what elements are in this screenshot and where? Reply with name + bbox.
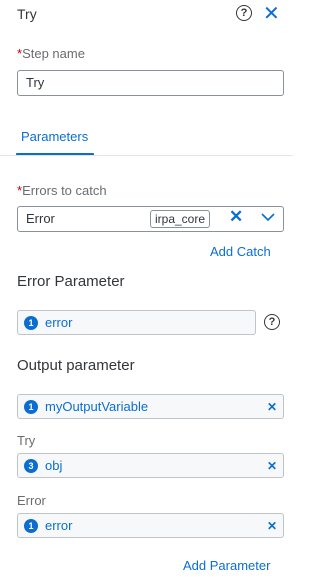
output-parameter-field[interactable]: 1 myOutputVariable ✕: [17, 394, 284, 419]
token-label: obj: [45, 458, 63, 473]
panel-title: Try: [17, 6, 37, 22]
add-parameter-link[interactable]: Add Parameter: [183, 558, 270, 573]
chevron-down-icon[interactable]: [261, 212, 275, 222]
try-label: Try: [17, 433, 36, 448]
token-label: myOutputVariable: [45, 399, 149, 414]
add-catch-link[interactable]: Add Catch: [210, 244, 271, 259]
token-count-badge: 1: [24, 315, 38, 330]
remove-token-icon[interactable]: ✕: [267, 519, 277, 533]
close-icon[interactable]: ✕: [263, 4, 280, 24]
token-label: error: [45, 518, 73, 533]
step-name-input[interactable]: Try: [17, 70, 284, 96]
error-parameter-field[interactable]: 1 error: [17, 310, 256, 335]
errors-to-catch-value: Error: [26, 211, 55, 226]
help-icon[interactable]: ?: [236, 5, 252, 21]
step-name-value: Try: [26, 75, 45, 90]
output-parameter-title: Output parameter: [17, 357, 135, 374]
step-name-label-text: Step name: [22, 46, 85, 61]
help-icon[interactable]: ?: [264, 314, 280, 330]
token-count-badge: 1: [24, 399, 38, 414]
tab-parameters[interactable]: Parameters: [21, 129, 88, 144]
tab-divider: [0, 155, 293, 156]
errors-to-catch-label-text: Errors to catch: [22, 183, 107, 198]
token-count-badge: 1: [24, 518, 38, 533]
remove-token-icon[interactable]: ✕: [267, 459, 277, 473]
error-output-label: Error: [17, 493, 46, 508]
errors-to-catch-label: *Errors to catch: [17, 183, 107, 198]
token-label: error: [45, 315, 73, 330]
error-parameter-title: Error Parameter: [17, 273, 125, 290]
try-output-field[interactable]: 3 obj ✕: [17, 453, 284, 478]
token-count-badge: 3: [24, 458, 38, 473]
error-output-field[interactable]: 1 error ✕: [17, 513, 284, 538]
clear-icon[interactable]: ✕: [229, 207, 243, 227]
step-name-label: *Step name: [17, 46, 85, 61]
remove-token-icon[interactable]: ✕: [267, 400, 277, 414]
error-source-tag: irpa_core: [150, 210, 211, 228]
